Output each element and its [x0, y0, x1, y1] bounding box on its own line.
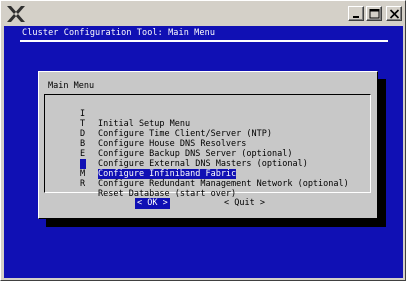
terminal-window: Cluster Configuration Tool: Main Menu Ma…	[0, 0, 406, 281]
main-menu-dialog: Main Menu I Initial Setup Menu T Configu…	[38, 71, 378, 219]
quit-button[interactable]: < Quit >	[222, 198, 267, 209]
menu-item-reset-database[interactable]: R Reset Database (start over)	[45, 169, 370, 199]
ok-button[interactable]: < OK >	[135, 198, 170, 209]
x11-logo-icon[interactable]	[6, 5, 26, 23]
terminal-screen[interactable]: Cluster Configuration Tool: Main Menu Ma…	[4, 26, 403, 278]
minimize-button[interactable]	[348, 6, 364, 21]
window-titlebar[interactable]	[2, 2, 405, 26]
minimize-icon	[353, 16, 359, 18]
dialog-button-row: < OK > < Quit >	[39, 197, 377, 211]
maximize-icon	[369, 9, 380, 19]
title-rule	[20, 40, 388, 42]
menu-item-key: R	[80, 179, 86, 189]
maximize-button[interactable]	[366, 6, 382, 21]
menu-item-external-dns[interactable]: E Configure External DNS Masters (option…	[45, 139, 370, 169]
dialog-title: Main Menu	[48, 81, 95, 91]
screen-title: Cluster Configuration Tool: Main Menu	[22, 28, 216, 38]
menu-item-infiniband[interactable]: F Configure Infiniband Fabric	[45, 149, 370, 179]
menu-item-backup-dns[interactable]: B Configure Backup DNS Server (optional)	[45, 129, 370, 159]
menu-item-label: Configure Redundant Management Network (…	[98, 179, 349, 189]
menu-list: I Initial Setup Menu T Configure Time Cl…	[44, 94, 371, 199]
menu-item-initial-setup[interactable]: I Initial Setup Menu	[45, 99, 370, 129]
menu-item-mgmt-network[interactable]: M Configure Redundant Management Network…	[45, 159, 370, 189]
menu-item-ntp[interactable]: T Configure Time Client/Server (NTP)	[45, 109, 370, 139]
menu-item-dns-resolvers[interactable]: D Configure House DNS Resolvers	[45, 119, 370, 149]
close-icon	[389, 9, 400, 19]
close-button[interactable]	[386, 6, 402, 21]
